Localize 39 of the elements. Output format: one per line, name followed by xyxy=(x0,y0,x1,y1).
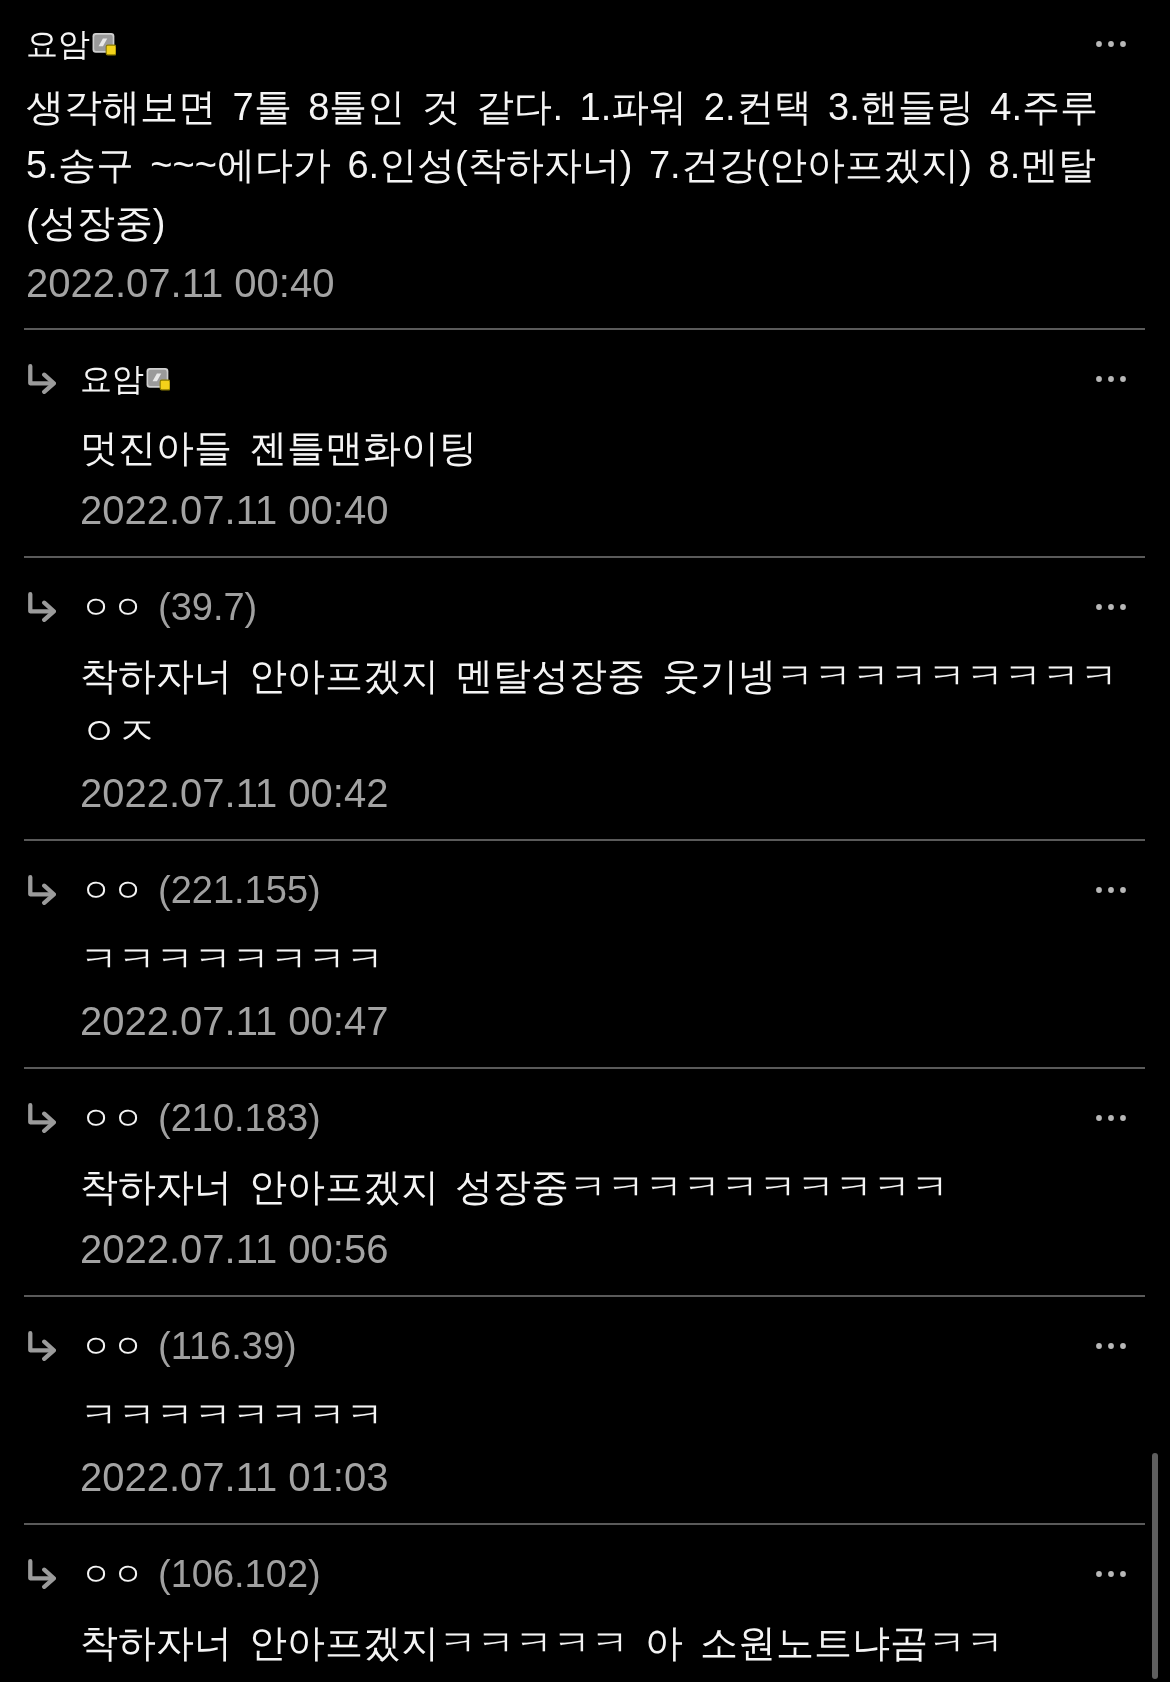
comment-text: 멋진아들 젠틀맨화이팅 xyxy=(80,426,478,471)
scrollbar-thumb[interactable] xyxy=(1152,1453,1158,1679)
ip-address: (116.39) xyxy=(158,1324,297,1368)
author-name: ㅇㅇ xyxy=(80,871,144,910)
comment-date: 2022.07.11 00:40 xyxy=(80,487,390,534)
reply-arrow-icon xyxy=(26,1103,56,1133)
more-icon[interactable] xyxy=(1096,41,1126,47)
reply-arrow-icon xyxy=(26,875,56,905)
comment-text: ㅋㅋㅋㅋㅋㅋㅋㅋ xyxy=(80,937,385,982)
ip-address: (210.183) xyxy=(158,1096,321,1140)
more-icon[interactable] xyxy=(1096,1571,1126,1577)
author-name: ㅇㅇ xyxy=(80,1099,144,1138)
comment-text: 착하자너 안아프겠지ㅋㅋㅋㅋㅋ 아 소원노트냐곰ㅋㅋ xyxy=(80,1621,1005,1666)
reply-arrow-icon xyxy=(26,364,56,394)
comment-text: 생각해보면 7툴 8툴인 것 같다. 1.파워 2.컨택 3.핸들링 4.주루 5.송구 ~~~에다가 6.인성(착하자너) 7.건강(안아프겠지) 8.멘탈 (성장중) xyxy=(26,85,1100,246)
more-icon[interactable] xyxy=(1096,887,1126,893)
reply-arrow-icon xyxy=(26,1331,56,1361)
reply-arrow-icon xyxy=(26,1559,56,1589)
comment-text: 착하자너 안아프겠지 멘탈성장중 웃기넹ㅋㅋㅋㅋㅋㅋㅋㅋㅋㅇㅈ xyxy=(80,654,1119,754)
more-icon[interactable] xyxy=(1096,1115,1126,1121)
comment-text: 착하자너 안아프겠지 성장중ㅋㅋㅋㅋㅋㅋㅋㅋㅋㅋ xyxy=(80,1165,951,1210)
comment-date: 2022.07.11 00:56 xyxy=(80,1226,390,1273)
ip-address: (39.7) xyxy=(158,585,258,629)
comment-date: 2022.07.11 00:47 xyxy=(80,998,390,1045)
author-name: ㅇㅇ xyxy=(80,588,144,627)
comment-date: 2022.07.11 00:42 xyxy=(80,770,390,817)
author-name: ㅇㅇ xyxy=(80,1327,144,1366)
comment-date: 2022.07.11 01:03 xyxy=(80,1454,390,1501)
ip-address: (106.102) xyxy=(158,1552,321,1596)
more-icon[interactable] xyxy=(1096,1343,1126,1349)
more-icon[interactable] xyxy=(1096,376,1126,382)
comment-date: 2022.07.11 00:40 xyxy=(26,260,336,307)
ip-address: (221.155) xyxy=(158,868,321,912)
more-icon[interactable] xyxy=(1096,604,1126,610)
comment-text: ㅋㅋㅋㅋㅋㅋㅋㅋ xyxy=(80,1393,385,1438)
author-name: ㅇㅇ xyxy=(80,1555,144,1594)
author-name: 요암 xyxy=(26,25,90,64)
author-name: 요암 xyxy=(80,360,144,399)
reply-arrow-icon xyxy=(26,592,56,622)
